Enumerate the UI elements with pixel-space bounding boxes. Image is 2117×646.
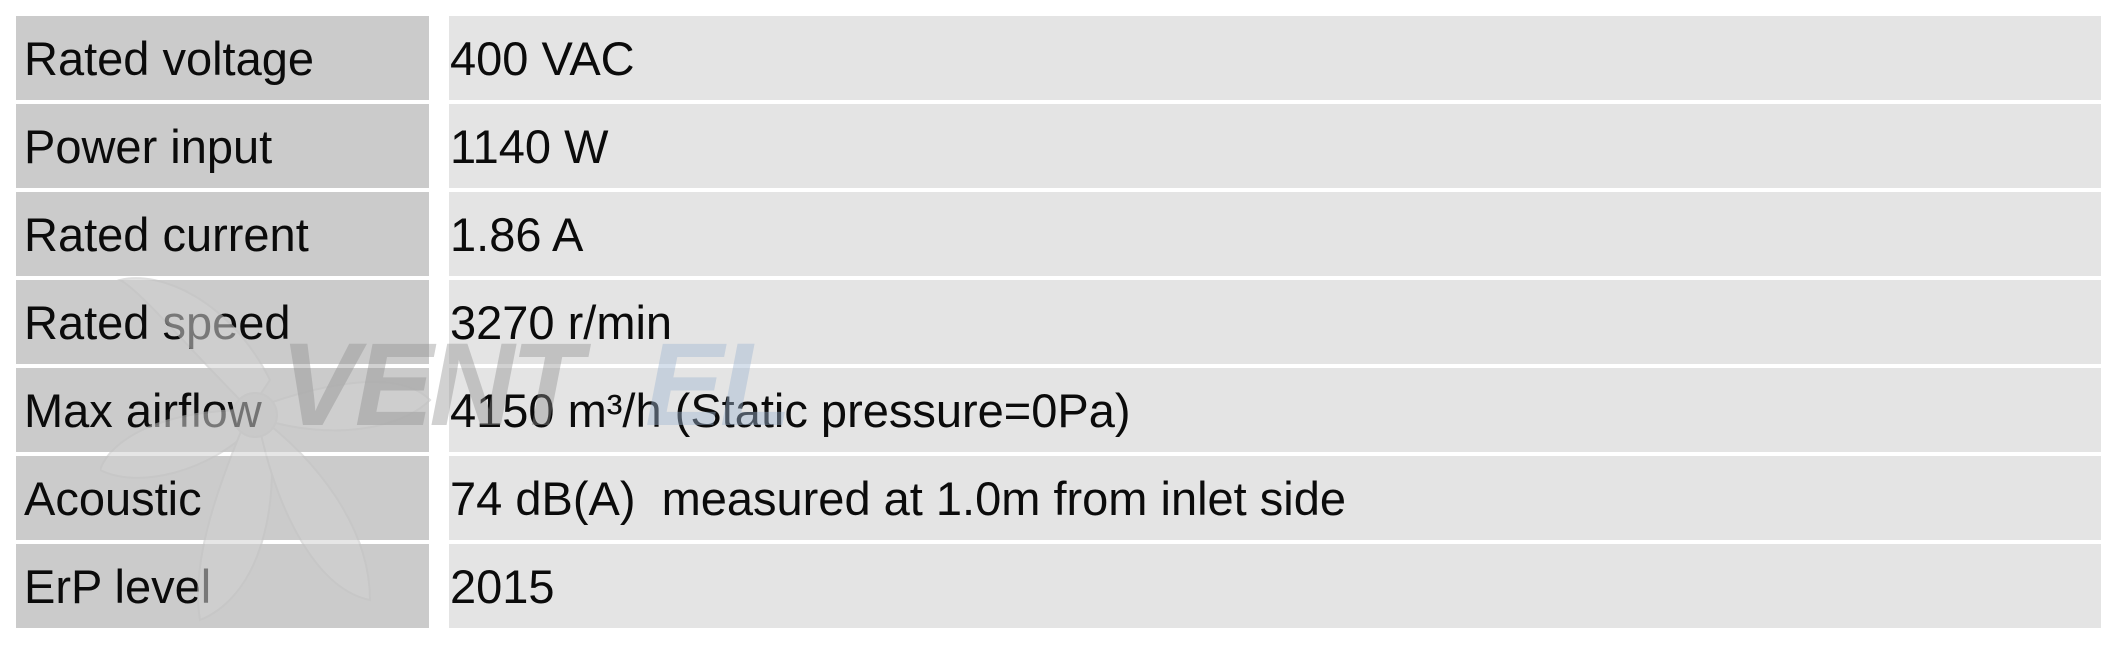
spec-value: 400 VAC — [449, 16, 2101, 100]
spec-value: 74 dB(A) measured at 1.0m from inlet sid… — [449, 456, 2101, 540]
spec-row-rated-current: Rated current 1.86 A — [16, 192, 2101, 276]
spec-value: 1.86 A — [449, 192, 2101, 276]
spec-label: Acoustic — [16, 456, 429, 540]
spec-row-rated-voltage: Rated voltage 400 VAC — [16, 16, 2101, 100]
spec-label: Power input — [16, 104, 429, 188]
spec-label: Max airflow — [16, 368, 429, 452]
spec-row-acoustic: Acoustic 74 dB(A) measured at 1.0m from … — [16, 456, 2101, 540]
spec-row-power-input: Power input 1140 W — [16, 104, 2101, 188]
spec-value: 2015 — [449, 544, 2101, 628]
spec-row-erp-level: ErP level 2015 — [16, 544, 2101, 628]
spec-value: 3270 r/min — [449, 280, 2101, 364]
spec-table: Rated voltage 400 VAC Power input 1140 W… — [16, 16, 2101, 628]
spec-row-rated-speed: Rated speed 3270 r/min — [16, 280, 2101, 364]
spec-label: Rated current — [16, 192, 429, 276]
spec-label: Rated voltage — [16, 16, 429, 100]
spec-label: Rated speed — [16, 280, 429, 364]
spec-row-max-airflow: Max airflow 4150 m³/h (Static pressure=0… — [16, 368, 2101, 452]
spec-value: 1140 W — [449, 104, 2101, 188]
spec-label: ErP level — [16, 544, 429, 628]
spec-value: 4150 m³/h (Static pressure=0Pa) — [449, 368, 2101, 452]
